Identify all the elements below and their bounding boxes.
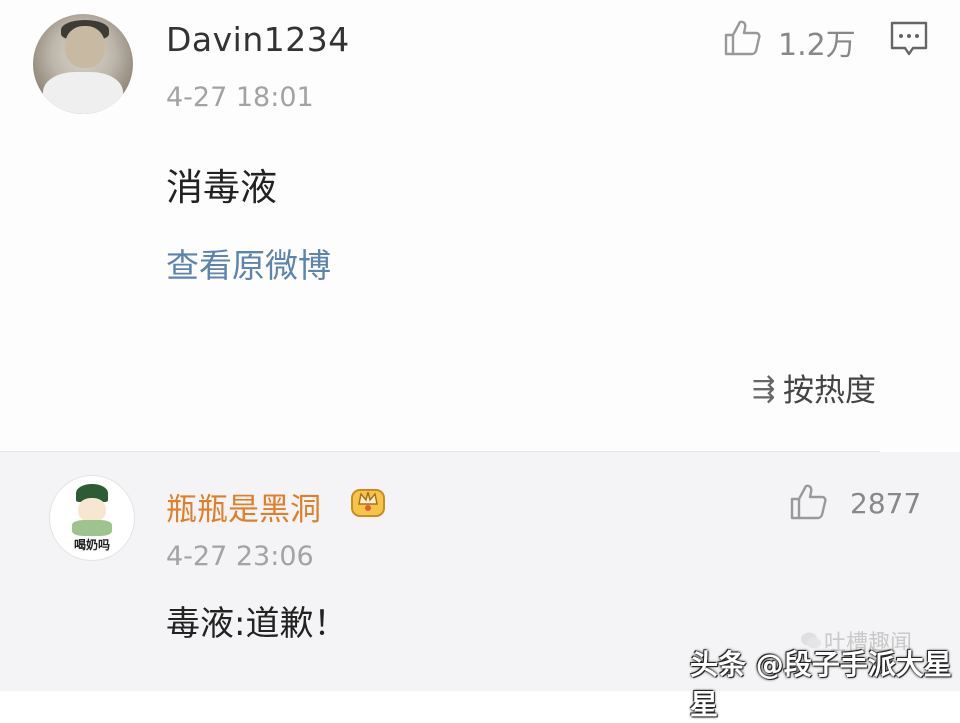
view-original-weibo-link[interactable]: 查看原微博 bbox=[166, 239, 331, 287]
thumbs-up-icon[interactable] bbox=[788, 482, 828, 522]
crown-badge-icon bbox=[351, 489, 385, 517]
comment-timestamp: 4-27 18:01 bbox=[166, 82, 314, 113]
reply-timestamp: 4-27 23:06 bbox=[166, 541, 314, 572]
comment-username[interactable]: Davin1234 bbox=[166, 20, 350, 59]
sort-by-hot-button[interactable]: 按热度 bbox=[783, 365, 876, 410]
comment-text: 消毒液 bbox=[166, 166, 277, 209]
reply-like-count: 2877 bbox=[850, 487, 922, 520]
avatar-caption: 喝奶吗 bbox=[73, 538, 110, 552]
watermark-source: 头条 @段子手派大星星 bbox=[690, 648, 952, 721]
comment-icon[interactable] bbox=[889, 20, 929, 58]
sort-icon[interactable]: ⇶ bbox=[752, 372, 775, 405]
reply-user-avatar[interactable]: 喝奶吗 bbox=[49, 475, 135, 561]
user-avatar[interactable] bbox=[33, 14, 133, 114]
reply-username[interactable]: 瓶瓶是黑洞 bbox=[166, 484, 321, 529]
thumbs-up-icon[interactable] bbox=[722, 18, 762, 58]
divider bbox=[0, 451, 880, 452]
reply-text: 毒液:道歉！ bbox=[166, 604, 348, 644]
comment-like-count: 1.2万 bbox=[778, 28, 856, 63]
